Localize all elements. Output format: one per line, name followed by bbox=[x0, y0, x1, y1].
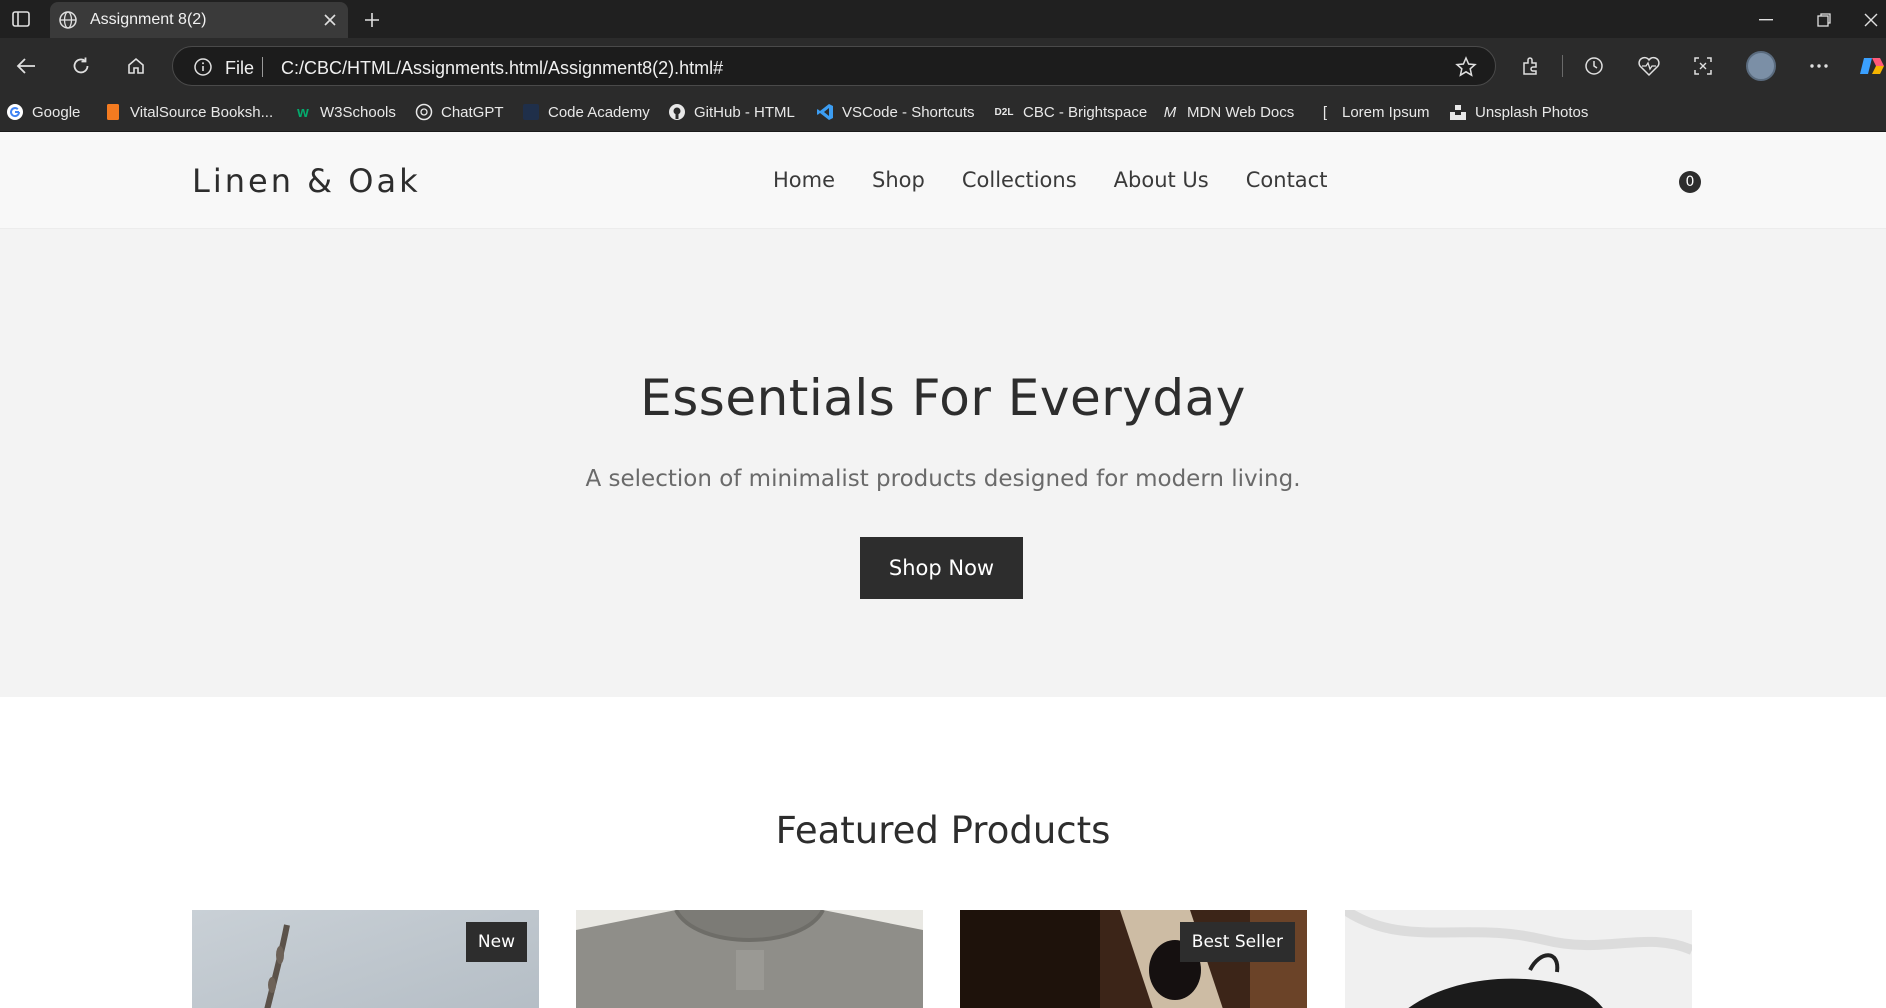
site-header: Linen & Oak Home Shop Collections About … bbox=[0, 132, 1886, 229]
codeacademy-icon bbox=[522, 103, 540, 121]
bookmark-brightspace[interactable]: D2L CBC - Brightspace bbox=[993, 100, 1148, 124]
browser-toolbar: File C:/CBC/HTML/Assignments.html/Assign… bbox=[0, 38, 1886, 92]
bookmark-label: Unsplash Photos bbox=[1475, 103, 1589, 121]
bookmark-lorem[interactable]: [ Lorem Ipsum bbox=[1316, 100, 1430, 124]
bookmark-w3schools[interactable]: w W3Schools bbox=[294, 100, 396, 124]
minimize-icon[interactable] bbox=[1744, 6, 1788, 34]
tab-title: Assignment 8(2) bbox=[90, 11, 207, 28]
bookmark-label: CBC - Brightspace bbox=[1023, 103, 1148, 121]
vitalsource-icon bbox=[104, 103, 122, 121]
lorem-icon: [ bbox=[1322, 103, 1328, 121]
nav-collections[interactable]: Collections bbox=[962, 168, 1077, 192]
product-card[interactable] bbox=[576, 910, 923, 1008]
bookmark-label: Lorem Ipsum bbox=[1342, 103, 1430, 121]
page-viewport: Linen & Oak Home Shop Collections About … bbox=[0, 132, 1886, 1008]
bookmark-chatgpt[interactable]: ChatGPT bbox=[415, 100, 504, 124]
scheme-label: File bbox=[225, 58, 255, 78]
new-tab-icon[interactable] bbox=[358, 6, 386, 34]
featured-products-title: Featured Products bbox=[775, 809, 1111, 852]
bookmark-label: W3Schools bbox=[320, 103, 396, 121]
more-options-icon[interactable] bbox=[1805, 52, 1833, 80]
nav-about-us[interactable]: About Us bbox=[1114, 168, 1209, 192]
main-nav: Home Shop Collections About Us Contact bbox=[773, 168, 1327, 192]
bookmarks-bar: Google VitalSource Booksh... w W3Schools… bbox=[0, 92, 1886, 132]
bookmark-label: Code Academy bbox=[548, 103, 650, 121]
bookmark-label: VSCode - Shortcuts bbox=[842, 103, 975, 121]
health-icon[interactable] bbox=[1635, 52, 1663, 80]
divider bbox=[262, 57, 263, 77]
close-tab-icon[interactable] bbox=[320, 10, 340, 30]
google-icon bbox=[6, 103, 24, 121]
reload-icon[interactable] bbox=[65, 50, 97, 82]
d2l-icon: D2L bbox=[994, 106, 1014, 118]
url-text[interactable]: C:/CBC/HTML/Assignments.html/Assignment8… bbox=[281, 58, 723, 79]
product-badge: Best Seller bbox=[1179, 922, 1295, 962]
bookmark-label: MDN Web Docs bbox=[1187, 103, 1295, 121]
unsplash-icon bbox=[1449, 103, 1467, 121]
nav-home[interactable]: Home bbox=[773, 168, 835, 192]
cart-count-badge: 0 bbox=[1679, 171, 1701, 193]
copilot-icon[interactable] bbox=[1858, 52, 1886, 80]
bookmark-label: ChatGPT bbox=[441, 103, 504, 121]
bookmark-label: GitHub - HTML bbox=[694, 103, 795, 121]
site-logo[interactable]: Linen & Oak bbox=[192, 162, 421, 200]
bookmark-vitalsource[interactable]: VitalSource Booksh... bbox=[104, 100, 273, 124]
address-bar[interactable]: File C:/CBC/HTML/Assignments.html/Assign… bbox=[172, 46, 1496, 86]
toolbar-divider bbox=[1562, 52, 1564, 80]
screenshot-icon[interactable] bbox=[1689, 52, 1717, 80]
info-icon[interactable] bbox=[193, 57, 213, 77]
bookmark-vscode[interactable]: VSCode - Shortcuts bbox=[816, 100, 975, 124]
github-icon bbox=[668, 103, 686, 121]
hero-section: Essentials For Everyday A selection of m… bbox=[0, 229, 1886, 697]
back-icon[interactable] bbox=[10, 50, 42, 82]
bookmark-google[interactable]: Google bbox=[6, 100, 80, 124]
browser-tab-bar: Assignment 8(2) bbox=[0, 0, 1886, 38]
bookmark-unsplash[interactable]: Unsplash Photos bbox=[1449, 100, 1588, 124]
chatgpt-icon bbox=[415, 103, 433, 121]
product-card[interactable] bbox=[1345, 910, 1692, 1008]
vscode-icon bbox=[816, 103, 834, 121]
mdn-icon: M bbox=[1163, 103, 1177, 121]
history-icon[interactable] bbox=[1580, 52, 1608, 80]
hero-title: Essentials For Everyday bbox=[640, 369, 1246, 427]
bookmark-codeacademy[interactable]: Code Academy bbox=[522, 100, 650, 124]
bookmark-github[interactable]: GitHub - HTML bbox=[668, 100, 795, 124]
product-card[interactable]: Best Seller bbox=[960, 910, 1307, 1008]
hero-subtitle: A selection of minimalist products desig… bbox=[585, 466, 1301, 492]
restore-icon[interactable] bbox=[1802, 6, 1846, 34]
cart-button[interactable]: 0 bbox=[1679, 171, 1703, 195]
product-image bbox=[1345, 910, 1692, 1008]
nav-shop[interactable]: Shop bbox=[872, 168, 925, 192]
product-image bbox=[576, 910, 923, 1008]
shop-now-button[interactable]: Shop Now bbox=[860, 537, 1023, 599]
nav-contact[interactable]: Contact bbox=[1246, 168, 1328, 192]
browser-tab[interactable]: Assignment 8(2) bbox=[50, 2, 348, 38]
close-window-icon[interactable] bbox=[1856, 6, 1886, 34]
favorite-star-icon[interactable] bbox=[1455, 56, 1477, 78]
profile-avatar[interactable] bbox=[1745, 50, 1777, 82]
extensions-icon[interactable] bbox=[1517, 52, 1545, 80]
globe-icon bbox=[58, 10, 78, 30]
home-icon[interactable] bbox=[120, 50, 152, 82]
bookmark-label: VitalSource Booksh... bbox=[130, 103, 274, 121]
product-card[interactable]: New bbox=[192, 910, 539, 1008]
tab-actions-icon[interactable] bbox=[8, 8, 34, 30]
w3schools-icon: w bbox=[297, 103, 309, 121]
bookmark-mdn[interactable]: M MDN Web Docs bbox=[1161, 100, 1295, 124]
product-badge: New bbox=[465, 922, 527, 962]
bookmark-label: Google bbox=[32, 103, 81, 121]
